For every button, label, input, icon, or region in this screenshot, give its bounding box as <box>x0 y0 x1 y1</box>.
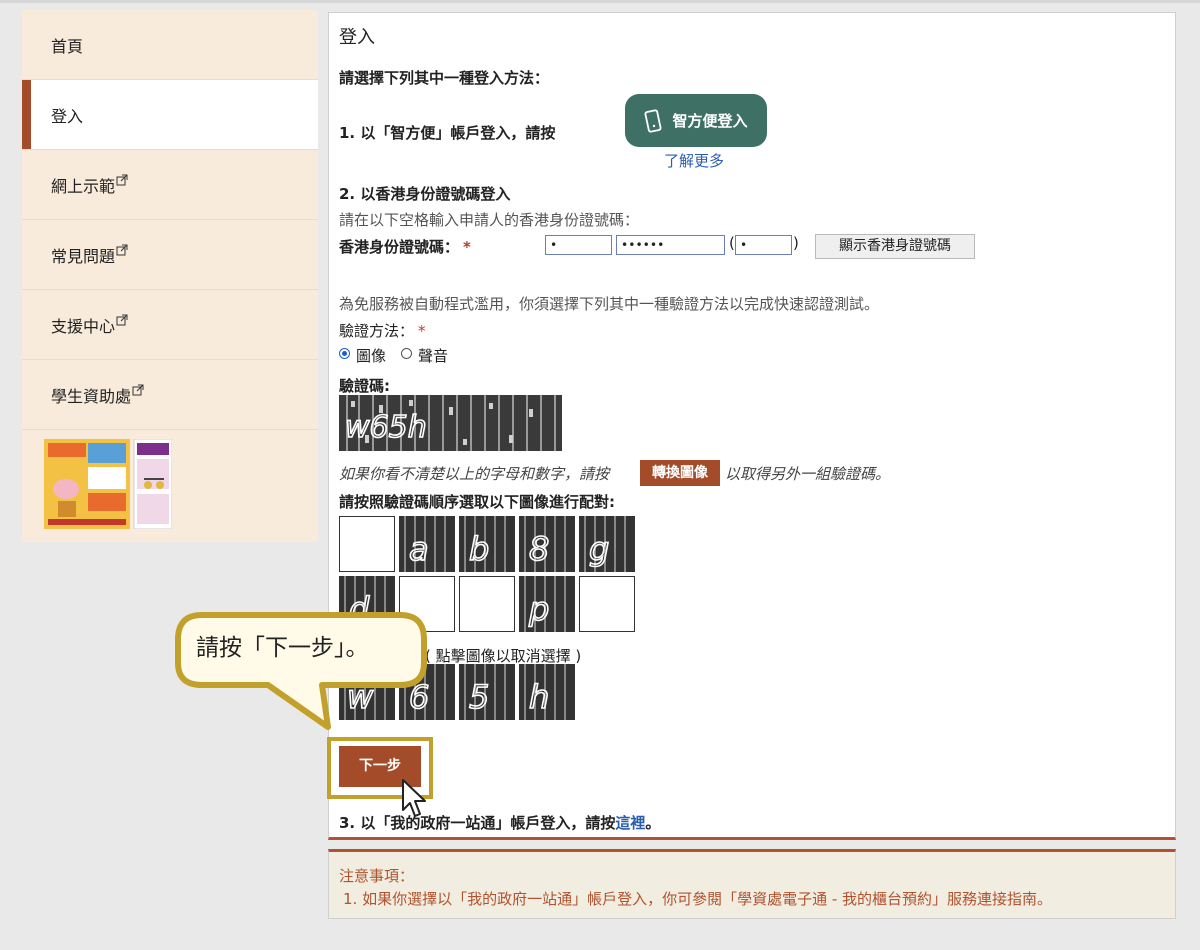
selected-captcha-tile[interactable]: 5 <box>459 664 515 720</box>
deselect-hint: ( 點擊圖像以取消選擇 ) <box>425 647 582 665</box>
tutorial-callout-text: 請按「下一步」。 <box>196 635 369 661</box>
sidebar-item-label: 常見問題 <box>51 246 116 266</box>
unclear-suffix-text: 以取得另外一組驗證碼。 <box>725 465 891 483</box>
captcha-tile[interactable]: p <box>519 576 575 632</box>
sidebar-item-online-demo[interactable]: 網上示範 <box>22 150 318 220</box>
switch-image-button[interactable]: 轉換圖像 <box>640 460 720 486</box>
paren-close: ) <box>793 234 799 252</box>
captcha-tile[interactable]: g <box>579 516 635 572</box>
radio-audio[interactable] <box>401 348 412 359</box>
choose-method-text: 請選擇下列其中一種登入方法： <box>339 69 550 87</box>
captcha-tile[interactable]: b <box>459 516 515 572</box>
captcha-label: 驗證碼: <box>339 377 390 395</box>
sidebar-item-faq[interactable]: 常見問題 <box>22 220 318 290</box>
radio-image[interactable] <box>339 348 350 359</box>
svg-text:8: 8 <box>529 530 549 568</box>
external-link-icon <box>116 314 128 325</box>
here-link[interactable]: 這裡 <box>615 814 645 832</box>
sidebar-item-label: 支援中心 <box>51 316 116 336</box>
page-title: 登入 <box>339 27 375 48</box>
svg-text:h: h <box>529 678 549 716</box>
notice-box: 注意事項： 1. 如果你選擇以「我的政府一站通」帳戶登入，你可參閱「學資處電子通… <box>328 849 1176 919</box>
captcha-tile-empty[interactable] <box>339 516 395 572</box>
hkid-digits-input[interactable]: •••••• <box>616 235 725 255</box>
mobile-phone-icon <box>645 108 662 133</box>
anti-bot-text: 為免服務被自動程式濫用，你須選擇下列其中一種驗證方法以完成快速認證測試。 <box>339 295 880 313</box>
external-link-icon <box>116 174 128 185</box>
sidebar-item-label: 首頁 <box>51 36 84 56</box>
svg-text:b: b <box>469 530 489 568</box>
sidebar-item-home[interactable]: 首頁 <box>22 10 318 80</box>
sidebar-item-login[interactable]: 登入 <box>22 80 318 150</box>
hkid-label: 香港身份證號碼： * <box>339 238 471 256</box>
sidebar-item-wfsfaa[interactable]: 學生資助處 <box>22 360 318 430</box>
external-link-icon <box>132 384 144 395</box>
mouse-pointer-icon <box>402 779 426 817</box>
iamsmart-login-button[interactable]: 智方便登入 <box>625 94 767 147</box>
captcha-image: w65h <box>339 395 562 451</box>
sidebar-item-label: 登入 <box>51 106 84 126</box>
svg-text:a: a <box>409 530 429 568</box>
captcha-text: w65h <box>345 410 427 445</box>
hkid-check-digit-input[interactable]: • <box>735 235 792 255</box>
radio-image-label: 圖像 <box>356 347 387 365</box>
top-divider <box>0 0 1200 3</box>
external-link-icon <box>116 244 128 255</box>
unclear-prefix-text: 如果你看不清楚以上的字母和數字，請按 <box>339 465 610 483</box>
radio-audio-label: 聲音 <box>418 347 449 365</box>
sidebar-nav: 首頁 登入 網上示範 常見問題 支援中心 學生資助處 <box>22 10 318 542</box>
iamsmart-button-label: 智方便登入 <box>672 112 748 130</box>
svg-text:g: g <box>589 530 609 568</box>
promo-banner[interactable] <box>22 430 318 542</box>
hkid-prefix-input[interactable]: • <box>545 235 612 255</box>
login-panel: 登入 請選擇下列其中一種登入方法： 1. 以「智方便」帳戶登入，請按 智方便登入… <box>327 12 1176 840</box>
show-hkid-button[interactable]: 顯示香港身證號碼 <box>815 234 975 259</box>
sidebar-item-label: 學生資助處 <box>51 386 132 406</box>
paren-open: ( <box>729 234 735 252</box>
captcha-tile[interactable]: 8 <box>519 516 575 572</box>
captcha-tile-empty[interactable] <box>459 576 515 632</box>
verify-method-label: 驗證方法： * <box>339 322 426 340</box>
svg-text:5: 5 <box>469 678 489 716</box>
method2-title: 2. 以香港身份證號碼登入 <box>339 185 511 203</box>
learn-more-link[interactable]: 了解更多 <box>664 150 724 171</box>
promo-banner-image <box>44 439 172 529</box>
method2-hint: 請在以下空格輸入申請人的香港身份證號碼： <box>339 211 640 229</box>
sidebar-item-support[interactable]: 支援中心 <box>22 290 318 360</box>
svg-text:p: p <box>528 590 549 628</box>
sidebar-item-label: 網上示範 <box>51 176 116 196</box>
match-instruction: 請按照驗證碼順序選取以下圖像進行配對: <box>339 493 616 511</box>
notice-title: 注意事項： <box>339 867 415 885</box>
captcha-tile[interactable]: a <box>399 516 455 572</box>
selected-captcha-tile[interactable]: h <box>519 664 575 720</box>
method1-text: 1. 以「智方便」帳戶登入，請按 <box>339 124 556 142</box>
captcha-tile-empty[interactable] <box>579 576 635 632</box>
notice-item: 1. 如果你選擇以「我的政府一站通」帳戶登入，你可參閱「學資處電子通 - 我的櫃… <box>343 890 1053 908</box>
method3-text: 3. 以「我的政府一站通」帳戶登入，請按這裡。 <box>339 814 661 832</box>
